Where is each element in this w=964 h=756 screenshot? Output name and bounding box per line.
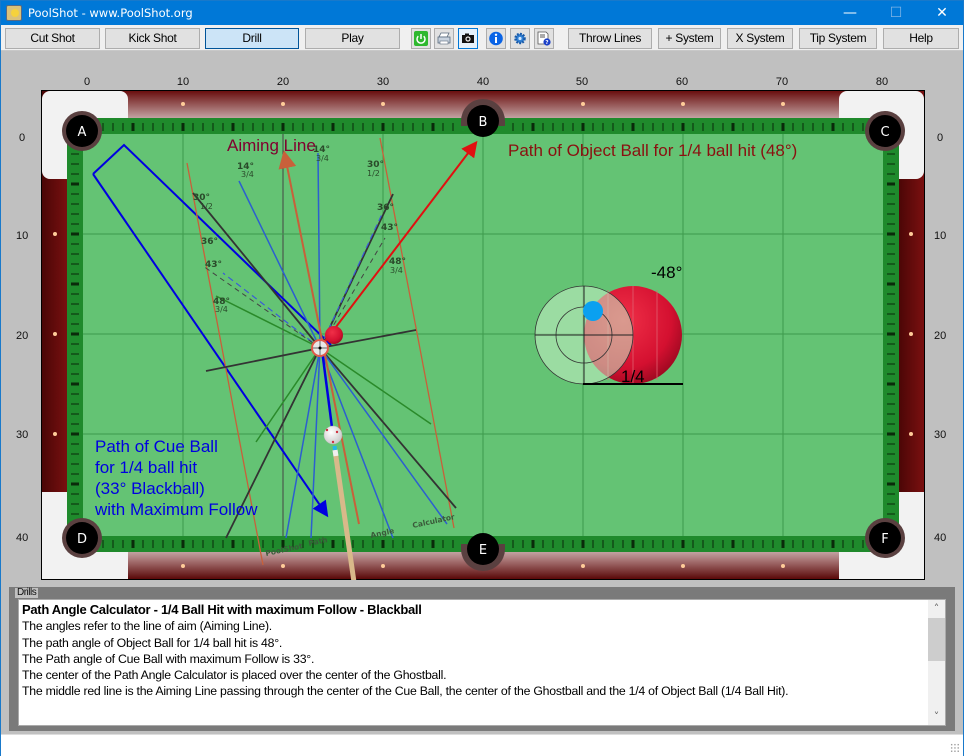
scroll-thumb[interactable] <box>928 618 945 661</box>
ruler-y-label: 20 <box>934 330 947 342</box>
ruler-y-label: 0 <box>937 132 944 144</box>
aiming-line-label: Aiming Line <box>227 136 316 155</box>
ruler-y-label: 0 <box>19 132 26 144</box>
ruler-x-label: 70 <box>775 76 789 88</box>
ghost-ball[interactable] <box>311 339 329 357</box>
cue-ball-marker <box>325 428 329 432</box>
title-bar: PoolShot - www.PoolShot.org — ☐ ✕ <box>1 1 963 25</box>
power-icon <box>414 31 428 46</box>
toolbar: Cut Shot Kick Shot Drill Play ? Throw Li… <box>1 25 963 51</box>
settings-gear-icon <box>514 32 526 45</box>
angle-fraction: 3/4 <box>316 154 329 163</box>
power-button[interactable] <box>411 28 431 49</box>
ruler-y-label: 40 <box>934 532 947 544</box>
ruler-x-label: 20 <box>276 76 290 88</box>
minimize-button[interactable]: — <box>827 1 873 25</box>
svg-text:A: A <box>78 125 87 140</box>
play-button[interactable]: Play <box>305 28 400 49</box>
ruler-x-label: 10 <box>176 76 190 88</box>
help-document-icon: ? <box>537 31 551 46</box>
pocket-d[interactable]: D <box>62 518 102 558</box>
ruler-y-label: 20 <box>16 330 29 342</box>
pocket-c[interactable]: C <box>865 111 905 151</box>
angle-fraction: 1/2 <box>200 202 213 211</box>
hit-diagram <box>534 285 683 385</box>
angle-label: 43° <box>205 260 222 270</box>
angle-fraction: 3/4 <box>390 266 403 275</box>
angle-fraction: 3/4 <box>215 305 228 314</box>
pool-table[interactable]: 14° 3/4 14° 3/4 30° 1/2 30° 1/2 36° 36° … <box>41 90 925 580</box>
drill-heading: Path Angle Calculator - 1/4 Ball Hit wit… <box>22 602 422 617</box>
svg-text:with Maximum Follow: with Maximum Follow <box>94 500 258 519</box>
hit-fraction-label: 1/4 <box>621 367 645 386</box>
drill-line: The middle red line is the Aiming Line p… <box>22 684 789 699</box>
drills-scrollbar[interactable]: ˄ ˅ <box>928 600 945 725</box>
ruler-x-label: 50 <box>575 76 589 88</box>
ruler-x-label: 60 <box>675 76 689 88</box>
drill-button[interactable]: Drill <box>205 28 299 49</box>
hit-angle-label: -48° <box>651 263 682 282</box>
throw-lines-button[interactable]: Throw Lines <box>568 28 652 49</box>
ruler-y-label: 40 <box>16 532 29 544</box>
cue-ball-marker <box>335 430 339 434</box>
drill-line: The angles refer to the line of aim (Aim… <box>22 619 272 634</box>
help-button[interactable]: Help <box>883 28 959 49</box>
scroll-up-arrow[interactable]: ˄ <box>928 600 945 617</box>
ruler-x-label: 30 <box>376 76 390 88</box>
svg-text:D: D <box>77 532 87 547</box>
ruler-x-label: 80 <box>875 76 889 88</box>
angle-fraction: 1/2 <box>367 169 380 178</box>
svg-text:B: B <box>479 115 488 130</box>
angle-label: 43° <box>381 223 398 233</box>
scroll-down-arrow[interactable]: ˅ <box>928 708 945 725</box>
object-ball[interactable] <box>325 326 343 344</box>
tip-system-button[interactable]: Tip System <box>799 28 877 49</box>
camera-icon <box>462 33 474 43</box>
angle-label: 36° <box>377 203 394 213</box>
pocket-a[interactable]: A <box>62 111 102 151</box>
screenshot-button[interactable] <box>458 28 478 49</box>
ruler-y-label: 30 <box>16 429 29 441</box>
drills-text: Path Angle Calculator - 1/4 Ball Hit wit… <box>22 602 927 700</box>
app-logo-icon <box>6 5 22 21</box>
x-system-button[interactable]: X System <box>727 28 793 49</box>
drills-legend: Drills <box>15 587 39 598</box>
ruler-y-label: 10 <box>16 230 29 242</box>
info-icon <box>489 31 503 46</box>
info-button[interactable] <box>486 28 506 49</box>
object-ball-path-label: Path of Object Ball for 1/4 ball hit (48… <box>508 141 797 160</box>
help-doc-button[interactable]: ? <box>534 28 554 49</box>
drill-line: The center of the Path Angle Calculator … <box>22 668 447 683</box>
angle-label: 36° <box>201 237 218 247</box>
status-bar <box>1 734 963 756</box>
kick-shot-button[interactable]: Kick Shot <box>105 28 200 49</box>
drills-textbox[interactable]: Path Angle Calculator - 1/4 Ball Hit wit… <box>18 599 946 726</box>
ruler-y-label: 10 <box>934 230 947 242</box>
cut-shot-button[interactable]: Cut Shot <box>5 28 100 49</box>
svg-text:Path of Cue Ball: Path of Cue Ball <box>95 437 218 456</box>
window-title: PoolShot - www.PoolShot.org <box>28 6 193 20</box>
ruler-y-label: 30 <box>934 429 947 441</box>
close-button[interactable]: ✕ <box>919 1 964 25</box>
app-window: PoolShot - www.PoolShot.org — ☐ ✕ Cut Sh… <box>0 0 964 756</box>
drill-line: The Path angle of Cue Ball with maximum … <box>22 651 315 666</box>
resize-grip[interactable] <box>950 743 960 753</box>
plus-system-button[interactable]: + System <box>658 28 721 49</box>
svg-text:?: ? <box>545 40 548 46</box>
maximize-button[interactable]: ☐ <box>873 1 919 25</box>
pocket-f[interactable]: F <box>865 518 905 558</box>
angle-fraction: 3/4 <box>241 170 254 179</box>
printer-icon <box>437 32 451 45</box>
svg-text:C: C <box>880 125 889 140</box>
svg-text:E: E <box>479 543 487 558</box>
ruler-x-label: 40 <box>476 76 490 88</box>
drill-line: The path angle of Object Ball for 1/4 ba… <box>22 635 283 650</box>
svg-text:for 1/4 ball hit: for 1/4 ball hit <box>95 458 197 477</box>
ruler-x-label: 0 <box>83 76 91 88</box>
settings-button[interactable] <box>510 28 530 49</box>
cue-ball-marker <box>331 440 335 444</box>
svg-text:(33° Blackball): (33° Blackball) <box>95 479 205 498</box>
print-button[interactable] <box>434 28 454 49</box>
svg-text:F: F <box>881 532 888 547</box>
